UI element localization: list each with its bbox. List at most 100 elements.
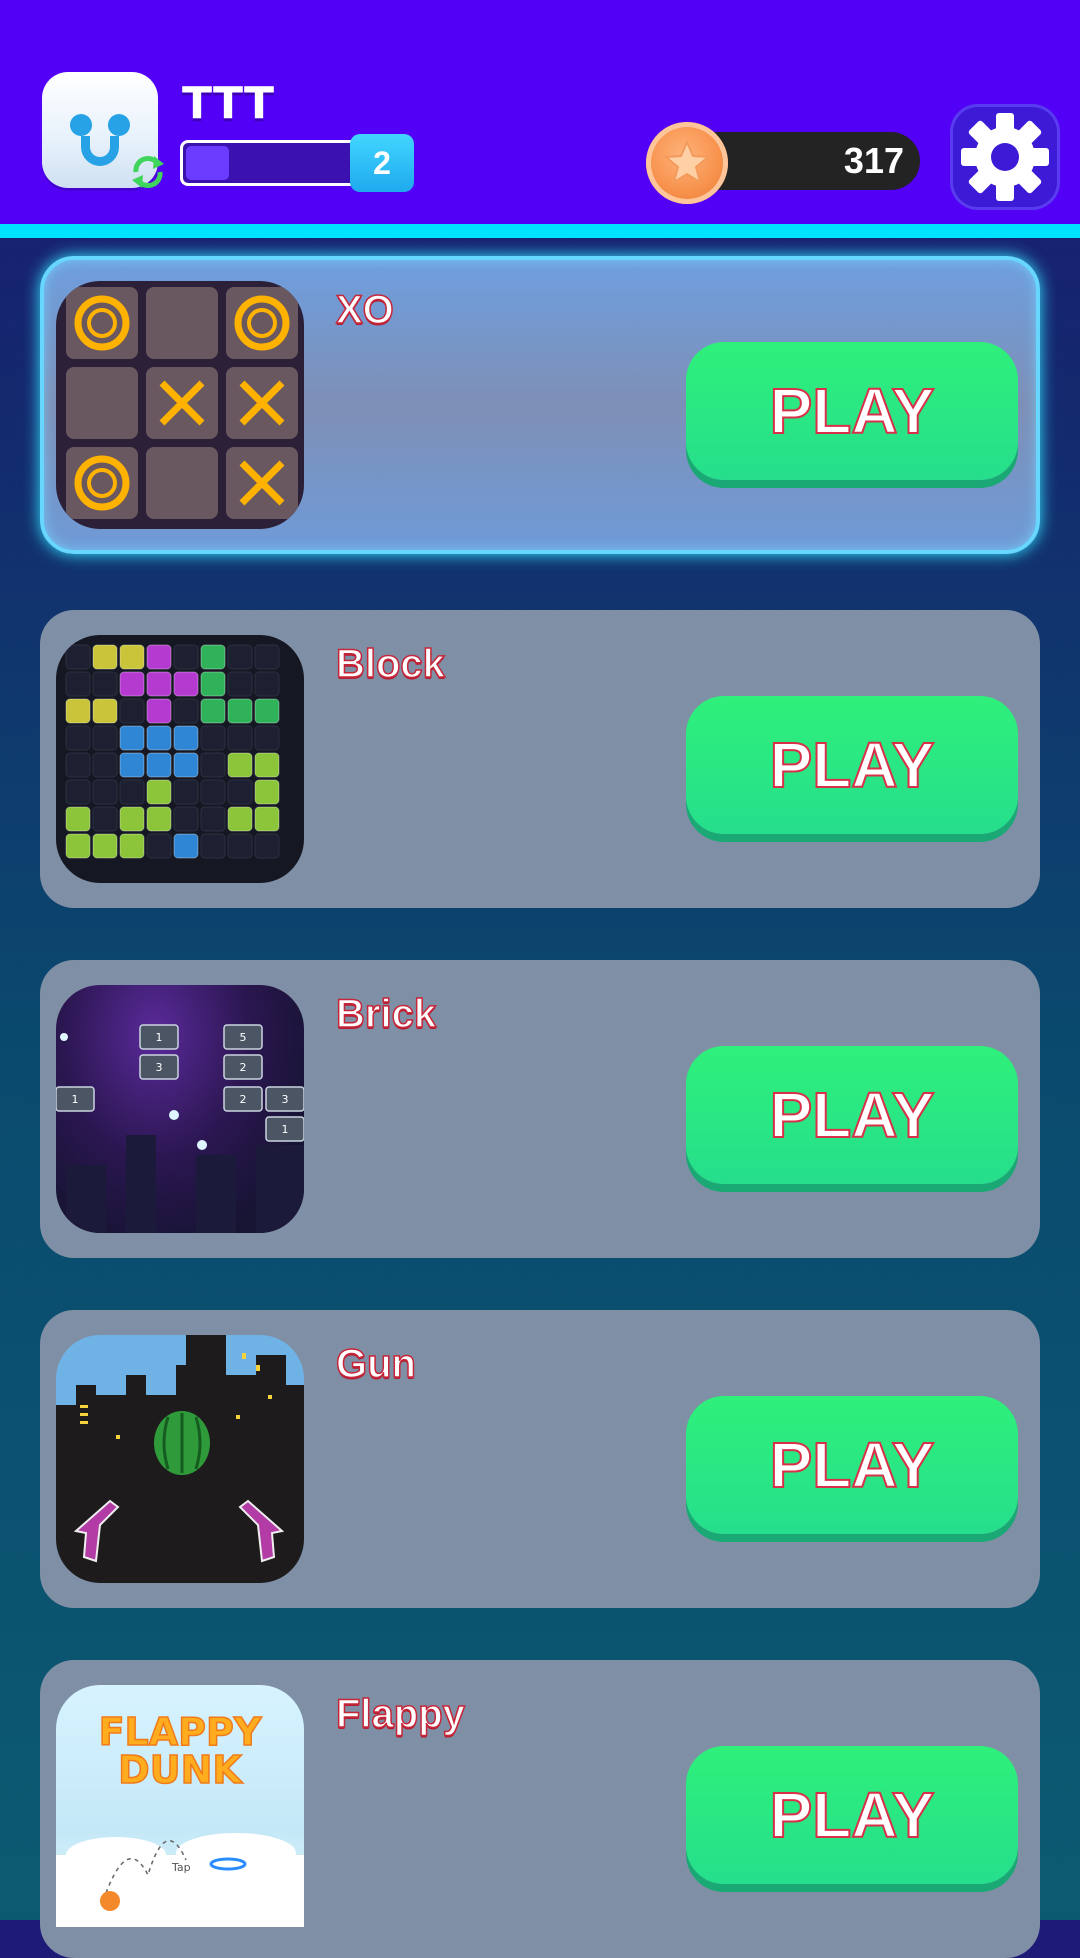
flappy-logo-line2: DUNK [118,1748,243,1792]
play-button-block[interactable]: PLAY [686,696,1018,834]
block-tile-empty [200,752,226,778]
game-title: XO [335,287,394,333]
block-tile-empty [200,725,226,751]
block-tile-empty [200,833,226,859]
block-tile-empty [254,671,280,697]
settings-button[interactable] [950,104,1060,210]
block-tile-filled [254,779,280,805]
coin-count: 317 [843,140,904,181]
block-tile-empty [119,779,145,805]
block-tile-empty [146,833,172,859]
block-tile-filled [173,833,199,859]
block-tile-filled [173,752,199,778]
block-tile-empty [92,752,118,778]
block-tile-empty [65,752,91,778]
refresh-icon[interactable] [128,152,168,192]
block-tile-filled [92,644,118,670]
block-tile-filled [65,833,91,859]
block-tile-empty [92,779,118,805]
game-title: Brick [335,991,437,1037]
block-tile-empty [200,806,226,832]
play-button-gun[interactable]: PLAY [686,1396,1018,1534]
block-tile-filled [65,698,91,724]
brick-thumbnail: 1 5 3 2 1 2 3 1 [56,985,304,1233]
game-card-block[interactable]: Block PLAY [40,610,1040,908]
block-tile-filled [200,671,226,697]
level-progress-fill [186,146,230,180]
play-button-flappy[interactable]: PLAY [686,1746,1018,1884]
svg-text:5: 5 [240,1031,247,1044]
level-progress-bar [180,140,356,186]
game-title: Block [335,641,445,687]
block-tile-empty [65,671,91,697]
block-tile-filled [146,698,172,724]
block-tile-filled [146,779,172,805]
flappy-thumbnail: FLAPPY DUNK Tap [56,1685,304,1927]
gun-thumbnail [56,1335,304,1583]
game-card-gun[interactable]: Gun PLAY [40,1310,1040,1608]
block-tile-filled [173,671,199,697]
block-tile-empty [65,644,91,670]
block-tile-empty [173,779,199,805]
block-tile-empty [173,698,199,724]
xo-thumbnail [56,281,304,529]
block-tile-empty [119,698,145,724]
game-card-brick[interactable]: 1 5 3 2 1 2 3 1 Brick PLAY [40,960,1040,1258]
block-tile-filled [92,833,118,859]
block-tile-filled [119,752,145,778]
block-tile-empty [227,644,253,670]
block-tile-empty [227,779,253,805]
svg-text:3: 3 [156,1061,163,1074]
svg-text:3: 3 [282,1093,289,1106]
block-tile-empty [92,671,118,697]
block-tile-filled [254,752,280,778]
gear-icon [961,113,1049,201]
top-bar: TTT 2 317 [0,0,1080,224]
block-tile-empty [173,644,199,670]
block-tile-filled [200,698,226,724]
block-tile-filled [146,725,172,751]
star-coin-icon [646,122,728,204]
block-thumbnail [56,635,304,883]
block-tile-empty [254,644,280,670]
block-tile-filled [119,644,145,670]
block-tile-empty [65,725,91,751]
svg-text:2: 2 [240,1093,247,1106]
level-badge: 2 [350,134,414,192]
block-tile-filled [65,806,91,832]
svg-text:1: 1 [72,1093,79,1106]
block-tile-empty [227,833,253,859]
block-tile-filled [119,806,145,832]
block-tile-filled [92,698,118,724]
play-button-brick[interactable]: PLAY [686,1046,1018,1184]
block-tile-filled [146,806,172,832]
svg-text:2: 2 [240,1061,247,1074]
play-button-xo[interactable]: PLAY [686,342,1018,480]
block-tile-filled [146,752,172,778]
header-divider [0,224,1080,238]
svg-text:1: 1 [282,1123,289,1136]
block-tile-empty [92,806,118,832]
block-tile-filled [254,698,280,724]
avatar-eye-left [70,114,92,136]
block-tile-empty [65,779,91,805]
block-tile-filled [173,725,199,751]
block-tile-filled [227,806,253,832]
game-card-flappy[interactable]: FLAPPY DUNK Tap Flappy PLAY [40,1660,1040,1958]
player-name: TTT [182,78,275,129]
block-tile-filled [254,806,280,832]
block-tile-empty [200,779,226,805]
block-tile-filled [227,698,253,724]
block-tile-filled [146,644,172,670]
game-card-xo[interactable]: XO PLAY [40,256,1040,554]
game-title: Flappy [335,1691,465,1737]
block-tile-empty [173,806,199,832]
svg-text:1: 1 [156,1031,163,1044]
block-tile-filled [227,752,253,778]
avatar-mouth [81,136,119,166]
block-tile-empty [254,833,280,859]
game-title: Gun [335,1341,416,1387]
block-tile-filled [146,671,172,697]
block-tile-filled [200,644,226,670]
block-tile-filled [119,671,145,697]
